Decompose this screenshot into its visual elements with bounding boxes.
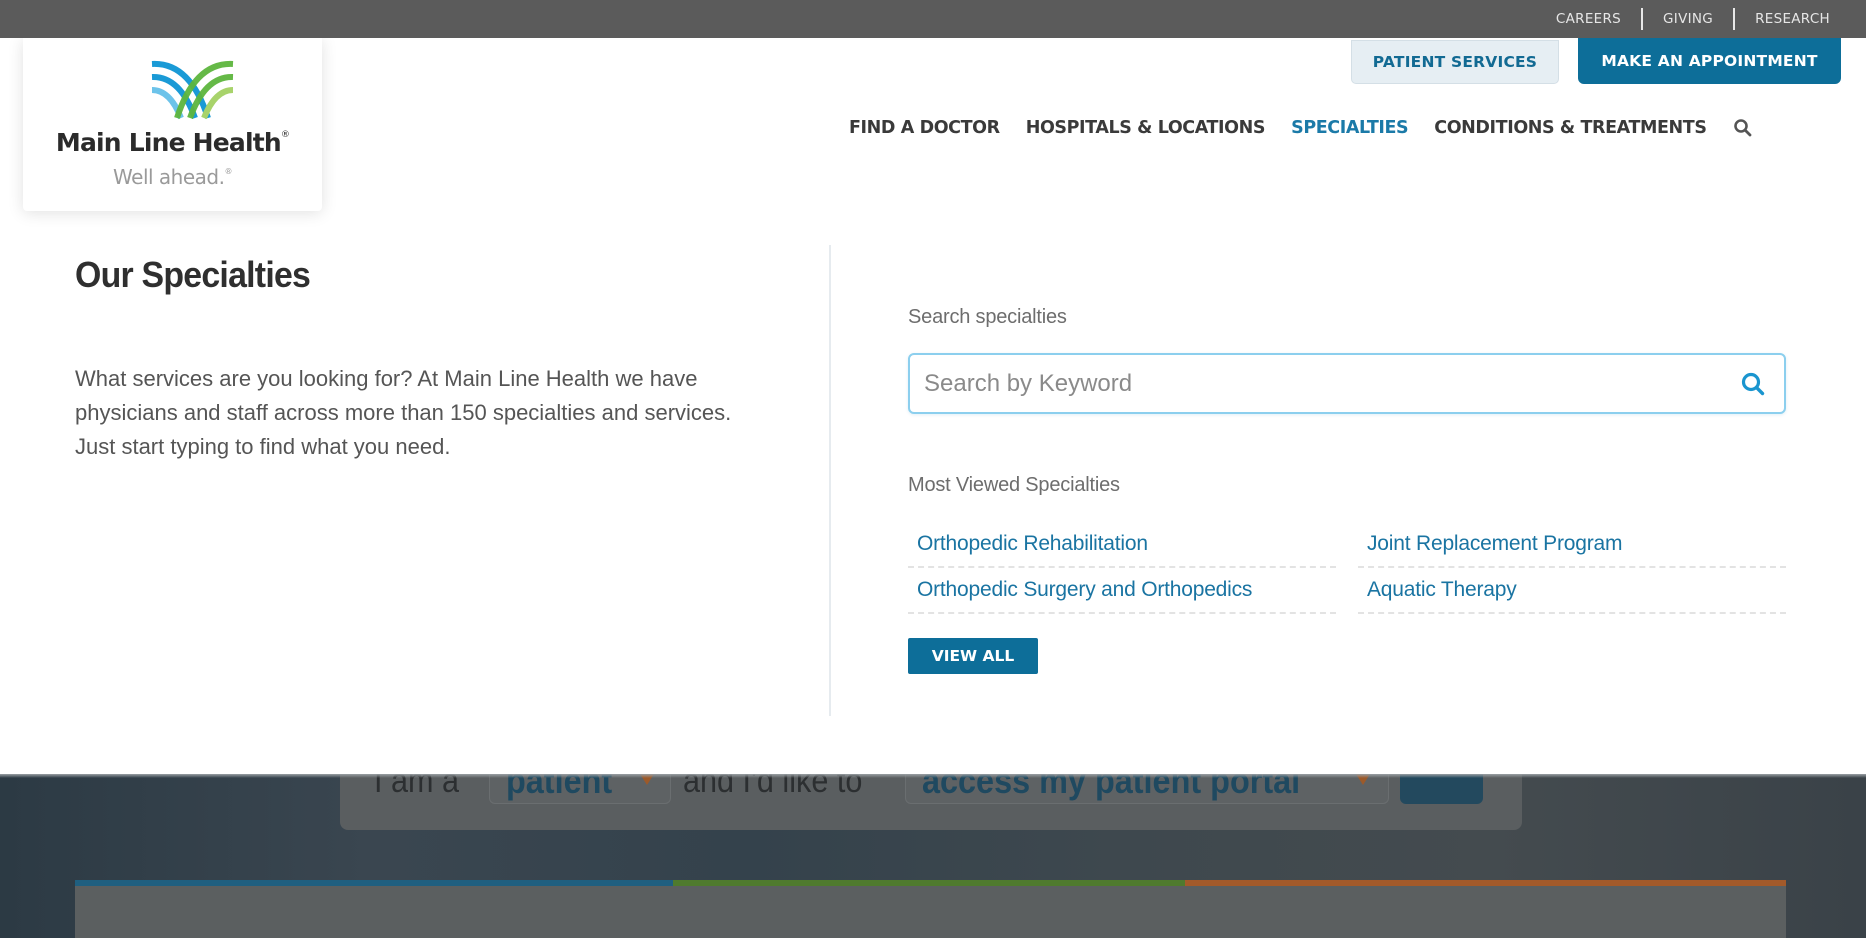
utility-link-giving[interactable]: GIVING [1663, 11, 1713, 27]
dropdown-description: What services are you looking for? At Ma… [75, 366, 732, 459]
specialty-link-orthopedic-surgery[interactable]: Orthopedic Surgery and Orthopedics [917, 578, 1252, 602]
page: I am a patient and I'd like to access my… [0, 0, 1866, 938]
logo-link[interactable]: Main Line Health® Well ahead.® [23, 38, 322, 211]
utility-link-research[interactable]: RESEARCH [1755, 11, 1830, 27]
nav-search-button[interactable] [1733, 118, 1753, 138]
utility-link-careers[interactable]: CAREERS [1556, 11, 1621, 27]
utility-links: CAREERS GIVING RESEARCH [1556, 0, 1830, 38]
search-specialties-label: Search specialties [908, 306, 1067, 328]
logo-tagline: Well ahead.® [23, 165, 322, 189]
list-item: Aquatic Therapy [1358, 568, 1786, 614]
specialty-link-aquatic-therapy[interactable]: Aquatic Therapy [1367, 578, 1517, 602]
logo-tagline-text: Well ahead. [113, 165, 225, 189]
nav-find-a-doctor[interactable]: FIND A DOCTOR [849, 118, 1000, 138]
utility-separator [1641, 8, 1644, 30]
specialty-search-box [908, 353, 1786, 414]
dropdown-title: Our Specialties [75, 254, 311, 295]
content-panel [75, 886, 1786, 938]
list-item: Orthopedic Rehabilitation [908, 522, 1336, 568]
column-divider [829, 245, 831, 716]
list-item: Orthopedic Surgery and Orthopedics [908, 568, 1336, 614]
main-nav: FIND A DOCTOR HOSPITALS & LOCATIONS SPEC… [849, 114, 1753, 142]
most-viewed-label: Most Viewed Specialties [908, 474, 1120, 496]
logo-arches-icon [151, 60, 234, 120]
logo-name: Main Line Health® [23, 128, 322, 157]
utility-separator [1733, 8, 1736, 30]
tagline-mark: ® [224, 167, 232, 176]
specialty-search-input[interactable] [924, 355, 1704, 412]
dropdown-shadow [0, 774, 1866, 778]
logo-name-text: Main Line Health [55, 128, 282, 157]
registered-mark: ® [280, 130, 290, 140]
nav-hospitals-locations[interactable]: HOSPITALS & LOCATIONS [1026, 118, 1266, 138]
most-viewed-list: Orthopedic Rehabilitation Joint Replacem… [908, 522, 1786, 614]
view-all-button[interactable]: VIEW ALL [908, 638, 1038, 674]
search-icon [1741, 372, 1765, 396]
patient-services-button[interactable]: PATIENT SERVICES [1351, 40, 1559, 84]
nav-conditions-treatments[interactable]: CONDITIONS & TREATMENTS [1434, 118, 1707, 138]
search-icon [1733, 119, 1751, 137]
specialty-link-orthopedic-rehabilitation[interactable]: Orthopedic Rehabilitation [917, 532, 1148, 556]
make-appointment-button[interactable]: MAKE AN APPOINTMENT [1578, 38, 1841, 84]
specialty-link-joint-replacement-program[interactable]: Joint Replacement Program [1367, 532, 1622, 556]
specialty-search-button[interactable] [1740, 371, 1766, 397]
list-item: Joint Replacement Program [1358, 522, 1786, 568]
utility-bar: CAREERS GIVING RESEARCH [0, 0, 1866, 38]
nav-specialties[interactable]: SPECIALTIES [1291, 118, 1409, 138]
